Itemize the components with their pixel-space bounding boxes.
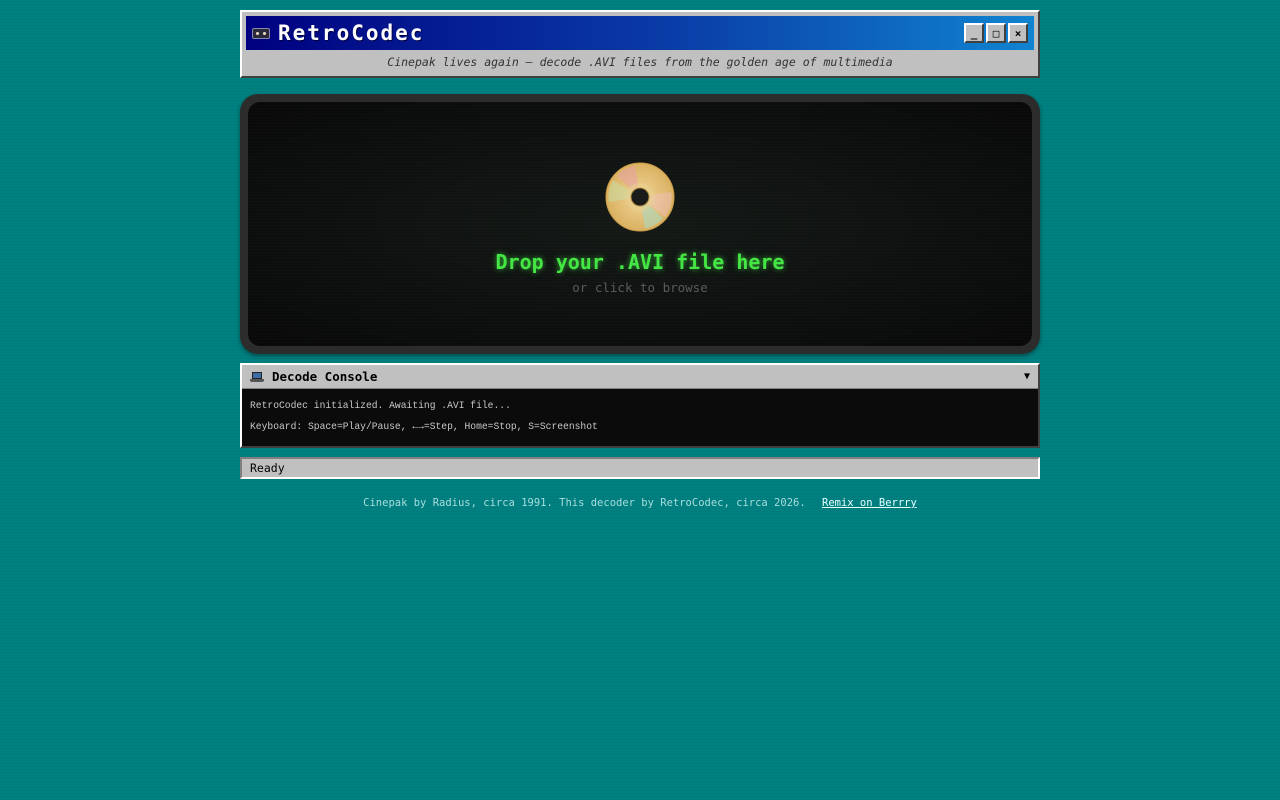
maximize-button[interactable]: □: [986, 23, 1006, 43]
app-container: RetroCodec _ □ × Cinepak lives again — d…: [240, 10, 1040, 509]
status-text: Ready: [250, 461, 285, 475]
cd-disc-icon: [605, 162, 675, 232]
console-header[interactable]: Decode Console ▼: [242, 365, 1038, 389]
footer-credit: Cinepak by Radius, circa 1991. This deco…: [363, 497, 806, 509]
dropzone-frame: Drop your .AVI file here or click to bro…: [240, 94, 1040, 354]
title-bar[interactable]: RetroCodec _ □ ×: [246, 16, 1034, 50]
console-title: Decode Console: [272, 369, 378, 384]
remix-link[interactable]: Remix on Berrry: [822, 497, 917, 509]
laptop-icon: [250, 371, 264, 382]
decode-console: Decode Console ▼ RetroCodec initialized.…: [240, 363, 1040, 448]
app-title: RetroCodec: [278, 21, 425, 45]
vhs-cassette-icon: [252, 27, 270, 39]
file-dropzone[interactable]: Drop your .AVI file here or click to bro…: [248, 102, 1032, 346]
footer: Cinepak by Radius, circa 1991. This deco…: [240, 497, 1040, 509]
close-button[interactable]: ×: [1008, 23, 1028, 43]
chevron-down-icon[interactable]: ▼: [1024, 371, 1030, 382]
app-subtitle: Cinepak lives again — decode .AVI files …: [387, 55, 893, 69]
minimize-button[interactable]: _: [964, 23, 984, 43]
dropzone-title: Drop your .AVI file here: [495, 250, 785, 274]
dropzone-subtitle: or click to browse: [572, 280, 708, 295]
console-log: RetroCodec initialized. Awaiting .AVI fi…: [242, 389, 1038, 441]
status-bar: Ready: [240, 457, 1040, 479]
log-line: RetroCodec initialized. Awaiting .AVI fi…: [250, 400, 511, 412]
window-controls: _ □ ×: [964, 23, 1028, 43]
title-window: RetroCodec _ □ × Cinepak lives again — d…: [240, 10, 1040, 78]
log-line: Keyboard: Space=Play/Pause, ←→=Step, Hom…: [250, 421, 598, 433]
